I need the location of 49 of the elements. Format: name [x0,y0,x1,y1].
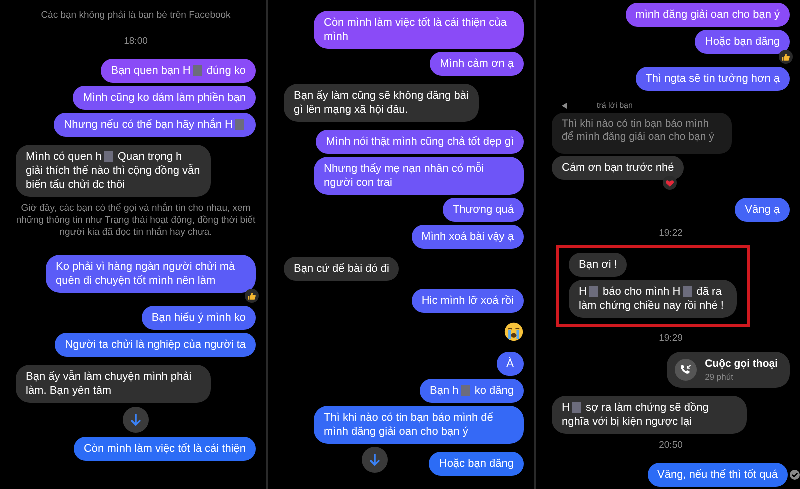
message-bubble: Mình cũng ko dám làm phiền bạn [73,86,256,110]
message-bubble: Vâng ạ [735,198,790,222]
message-bubble: Bạn ấy vẫn làm chuyện mình phải làm. Bạn yên tâm [16,365,211,403]
call-card[interactable]: Cuộc gọi thoại 29 phút [667,352,790,388]
arrow-down-icon [130,413,142,427]
message-bubble: Bạn hiểu ý mình ko [142,306,256,330]
call-duration: 29 phút [705,372,734,382]
scroll-down-button[interactable] [362,447,388,473]
message-bubble: Bạn ấy làm cũng sẽ không đăng bài gì lên mạng xã hội đâu. [284,84,479,122]
message-bubble: Bạn ơi ! [569,253,628,277]
message-bubble: Thì ngta sẽ tin tưởng hơn ạ [636,67,790,91]
crying-emoji-icon [504,322,524,342]
message-bubble: Hoặc bạn đăng [429,452,524,476]
message-bubble: Cám ơn bạn trước nhé [552,156,684,180]
message-bubble: Còn mình làm việc tốt là cái thiện [74,437,256,461]
message-bubble: Còn mình làm việc tốt là cái thiện của mình [314,11,524,49]
quoted-message: Thì khi nào có tin bạn báo mình để mình đăng giải oan cho bạn ý [552,113,732,154]
message-bubble: H sợ ra làm chứng sẽ đồng nghĩa với bị kiện ngược lại [552,396,747,434]
message-bubble: Bạn h ko đăng [420,379,524,403]
message-bubble: Thương quá [442,198,524,222]
message-bubble: Vâng, nếu thế thì tốt quá [648,463,788,487]
message-bubble: H báo cho mình H đã ra làm chứng chiều nay rồi nhé ! [569,280,737,318]
message-bubble: Mình nói thật mình cũng chả tốt đẹp gì [316,130,524,154]
message-bubble: Thì khi nào có tin bạn báo mình để mình đăng giải oan cho bạn ý [314,406,524,444]
message-bubble: Bạn quen bạn H đúng ko [101,59,256,83]
message-bubble: À [496,352,524,376]
timestamp: 19:22 [658,228,684,239]
reply-label: trả lời bạn [597,101,633,110]
message-bubble: Mình có quen h Quan trọng h giải thích thế nào thì cộng đồng vẫn biến tấu chửi đc thôi [16,145,211,197]
message-bubble: Nhưng nếu có thể bạn hãy nhắn H [54,113,256,137]
call-title: Cuộc gọi thoại [705,358,778,370]
message-bubble: mình đăng giải oan cho bạn ý [626,3,790,27]
message-bubble: Mình cảm ơn ạ [430,52,524,76]
message-bubble: Mình xoá bài vậy ạ [412,225,524,249]
message-bubble: Bạn cứ để bài đó đi [284,257,400,281]
message-bubble: Người ta chửi là nghiệp của người ta [55,333,256,357]
message-bubble: Nhưng thấy mẹ nạn nhân có mỗi người con trai [314,157,524,195]
message-bubble: Hic mình lỡ xoá rồi [412,289,524,313]
arrow-down-icon [369,453,381,467]
system-notice: Các bạn không phải là bạn bè trên Facebook [40,10,232,22]
message-bubble: Hoặc bạn đăng [695,30,790,54]
scroll-down-button[interactable] [123,407,149,433]
message-bubble: Ko phải vì hàng ngàn người chửi mà quên đi chuyện tốt mình nên làm [46,255,256,293]
reply-arrow-icon [562,102,567,108]
timestamp: 20:50 [658,440,684,451]
phone-icon [675,359,698,381]
system-notice: Giờ đây, các bạn có thể gọi và nhắn tin cho nhau, xem những thông tin như Trạng thái hoạt động, đồng thời biết người kia đã đọc tin nhắn hay chưa. [15,203,257,239]
timestamp: 19:29 [658,333,684,344]
timestamp: 18:00 [123,36,149,47]
